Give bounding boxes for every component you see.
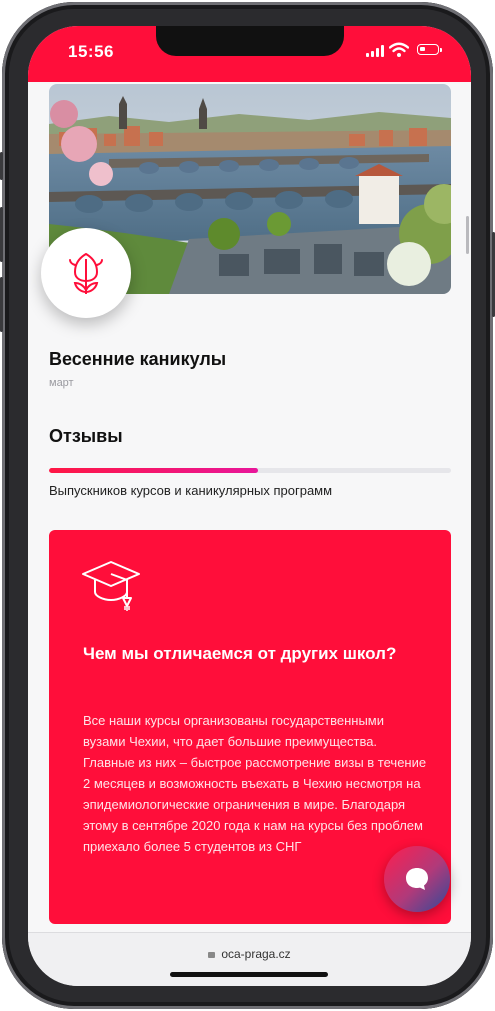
status-bar: 15:56 [28,26,471,82]
home-indicator[interactable] [170,972,328,977]
battery-icon [417,44,442,55]
url-text-container[interactable]: oca-praga.cz [28,947,471,961]
page-scrollbar[interactable] [466,216,469,254]
reviews-heading: Отзывы [49,426,123,446]
phone-frame: 15:56 Весенние каникулы март Отзывы Выпу… [0,2,495,1009]
card-heading: Чем мы отличаемся от других школ? [83,644,397,663]
status-time: 15:56 [68,42,114,61]
tulip-badge [41,228,131,318]
tulip-icon [69,252,103,294]
chat-button[interactable] [384,846,450,912]
url-text[interactable]: oca-praga.cz [221,947,290,961]
wifi-icon [388,42,410,63]
reviews-progress-bar [49,468,451,473]
reviews-progress-fill [49,468,259,473]
chat-bubble-icon [406,868,428,890]
event-month: март [49,377,74,389]
notch [156,26,344,56]
card-text: Все наши курсы организованы государствен… [83,713,427,854]
screen: 15:56 Весенние каникулы март Отзывы Выпу… [28,26,471,986]
lock-icon [208,952,216,958]
graduation-cap-icon [79,556,143,617]
silent-switch [0,152,3,180]
signal-icon [366,45,384,57]
volume-up-button [0,207,3,262]
volume-down-button [0,277,3,332]
reviews-caption: Выпускников курсов и каникулярных програ… [49,483,333,498]
event-title[interactable]: Весенние каникулы [49,349,226,370]
browser-address-bar[interactable]: oca-praga.cz [28,932,471,986]
